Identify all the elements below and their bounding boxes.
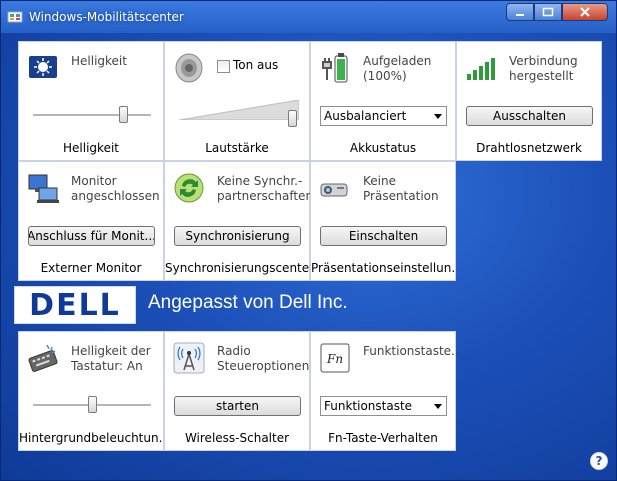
fn-key-tile: Fn Funktionstaste... Funktionstaste Fn-T… bbox=[310, 331, 463, 451]
radio-tower-icon bbox=[173, 342, 205, 374]
power-plan-value: Ausbalanciert bbox=[324, 109, 407, 123]
volume-tile: Ton aus Lautstärke bbox=[164, 41, 310, 161]
battery-status: Aufgeladen (100%) bbox=[363, 54, 432, 83]
title-bar[interactable]: Windows-Mobilitätscenter bbox=[1, 1, 616, 33]
sync-icon bbox=[174, 173, 204, 203]
signal-strength-icon bbox=[467, 58, 495, 80]
presentation-status: Keine Präsentation bbox=[363, 174, 439, 203]
minimize-icon bbox=[516, 14, 524, 16]
radio-footer: Wireless-Schalter bbox=[184, 431, 290, 445]
radio-tile: Radio Steueroptionen starten Wireless-Sc… bbox=[164, 331, 310, 451]
brightness-slider-thumb[interactable] bbox=[119, 106, 128, 123]
volume-ramp bbox=[179, 100, 299, 120]
sync-button[interactable]: Synchronisierung bbox=[174, 226, 301, 246]
wireless-footer: Drahtlosnetzwerk bbox=[476, 141, 582, 155]
mobility-center-icon bbox=[7, 11, 23, 23]
keyboard-light-status: Helligkeit der Tastatur: An bbox=[71, 344, 151, 373]
volume-footer: Lautstärke bbox=[205, 141, 269, 155]
power-plan-dropdown[interactable]: Ausbalanciert bbox=[320, 106, 447, 126]
fn-key-icon: Fn bbox=[320, 343, 350, 373]
minimize-button[interactable] bbox=[506, 3, 534, 21]
keyboard-light-slider[interactable] bbox=[33, 396, 151, 413]
fn-key-status: Funktionstaste... bbox=[363, 344, 463, 358]
dell-logo: DELL bbox=[14, 286, 136, 324]
chevron-down-icon bbox=[434, 404, 442, 409]
sync-footer: Synchronisierungscenter bbox=[165, 261, 309, 275]
fn-key-footer: Fn-Taste-Verhalten bbox=[328, 431, 438, 445]
dell-caption: Angepasst von Dell Inc. bbox=[148, 292, 348, 313]
presentation-footer: Präsentationseinstellun... bbox=[311, 261, 455, 275]
projector-icon bbox=[320, 183, 348, 197]
keyboard-light-slider-thumb[interactable] bbox=[88, 396, 97, 413]
volume-slider-thumb[interactable] bbox=[288, 110, 297, 127]
help-button[interactable]: ? bbox=[590, 452, 608, 470]
mute-label: Ton aus bbox=[233, 58, 279, 72]
sync-status: Keine Synchr.-partnerschaften bbox=[217, 174, 314, 203]
brightness-tile: Helligkeit Helligkeit bbox=[18, 41, 164, 161]
chevron-down-icon bbox=[434, 114, 442, 119]
fn-key-value: Funktionstaste bbox=[324, 399, 413, 413]
fn-key-icon-label: Fn bbox=[326, 352, 343, 366]
connect-monitor-button[interactable]: Anschluss für Monit... bbox=[28, 226, 155, 246]
battery-footer: Akkustatus bbox=[349, 141, 417, 155]
volume-slider[interactable] bbox=[179, 110, 297, 127]
close-icon bbox=[580, 7, 590, 17]
wireless-off-button[interactable]: Ausschalten bbox=[466, 106, 593, 126]
presentation-tile: Keine Präsentation Einschalten Präsentat… bbox=[310, 161, 456, 281]
fn-key-dropdown[interactable]: Funktionstaste bbox=[320, 396, 447, 416]
wireless-status: Verbindung hergestellt bbox=[509, 54, 578, 83]
brightness-footer: Helligkeit bbox=[63, 141, 119, 155]
monitor-footer: Externer Monitor bbox=[40, 261, 142, 275]
window-title: Windows-Mobilitätscenter bbox=[29, 10, 184, 24]
monitor-status: Monitor angeschlossen bbox=[71, 174, 160, 203]
keyboard-light-tile: Helligkeit der Tastatur: An Hintergrundb… bbox=[18, 331, 164, 451]
dell-logo-text: DELL bbox=[29, 287, 121, 323]
presentation-on-button[interactable]: Einschalten bbox=[320, 226, 447, 246]
help-icon: ? bbox=[595, 454, 603, 468]
monitor-tile: Monitor angeschlossen Anschluss für Moni… bbox=[18, 161, 164, 281]
mobility-center-window: Windows-Mobilitätscenter Helligkeit Hell… bbox=[0, 0, 617, 481]
battery-tile: Aufgeladen (100%) Ausbalanciert Akkustat… bbox=[310, 41, 456, 161]
maximize-icon bbox=[542, 7, 554, 17]
mute-checkbox[interactable] bbox=[217, 60, 230, 73]
keyboard-backlight-icon bbox=[28, 344, 58, 372]
close-button[interactable] bbox=[562, 3, 608, 21]
battery-icon bbox=[322, 53, 348, 83]
maximize-button[interactable] bbox=[534, 3, 562, 21]
wireless-tile: Verbindung hergestellt Ausschalten Draht… bbox=[456, 41, 602, 161]
dell-banner: DELL Angepasst von Dell Inc. bbox=[14, 284, 454, 327]
radio-status: Radio Steueroptionen bbox=[217, 344, 310, 373]
radio-start-button[interactable]: starten bbox=[174, 396, 301, 416]
sync-tile: Keine Synchr.-partnerschaften Synchronis… bbox=[164, 161, 314, 281]
brightness-label: Helligkeit bbox=[71, 54, 127, 68]
brightness-icon bbox=[29, 56, 57, 78]
keyboard-light-footer: Hintergrundbeleuchtun... bbox=[19, 431, 163, 445]
monitor-icon bbox=[28, 174, 59, 203]
speaker-icon bbox=[175, 53, 203, 83]
brightness-slider[interactable] bbox=[33, 106, 151, 123]
